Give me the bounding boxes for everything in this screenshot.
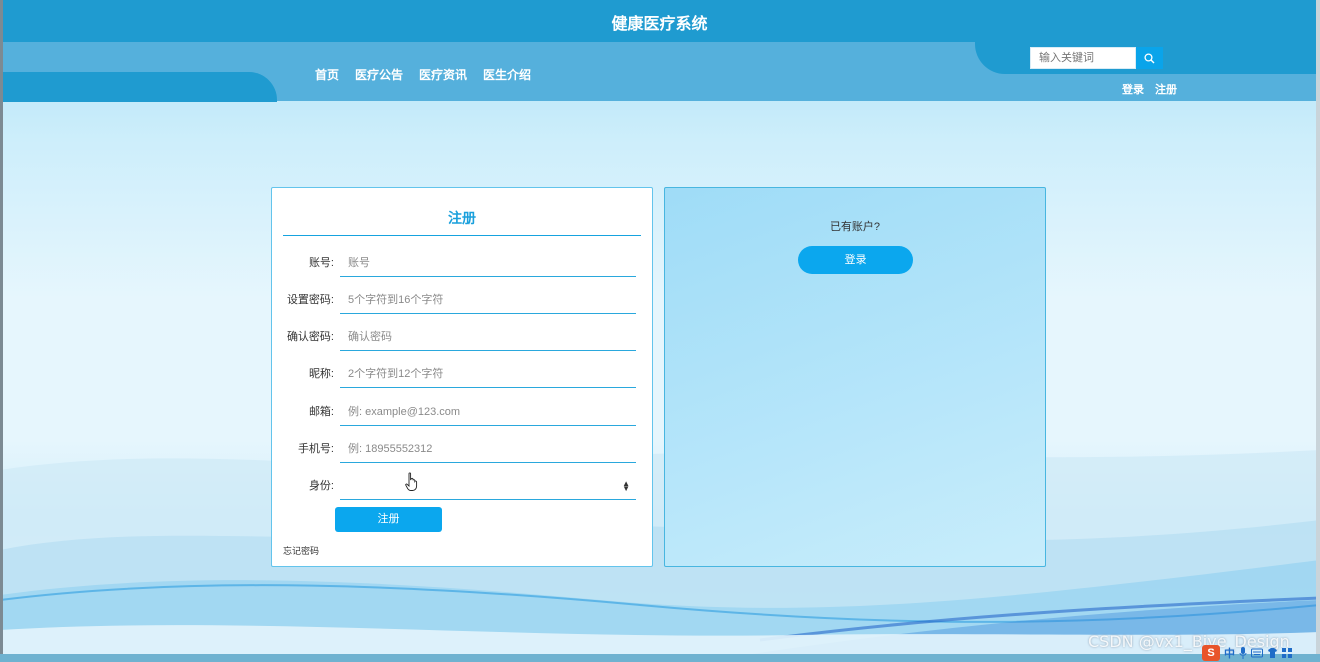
password-label: 设置密码: [286, 294, 334, 306]
nav-item-home[interactable]: 首页 [315, 66, 339, 83]
role-label: 身份: [308, 480, 334, 492]
account-input[interactable] [340, 250, 636, 277]
search-icon [1144, 52, 1155, 63]
site-title: 健康医疗系统 [611, 16, 708, 33]
have-account-text: 已有账户? [829, 221, 881, 233]
account-label: 账号: [308, 257, 334, 269]
nav-decorative-tab-left [3, 72, 277, 102]
forgot-password-link[interactable]: 忘记密码 [283, 544, 319, 557]
mic-icon[interactable] [1239, 647, 1247, 659]
top-header-bar: 健康医疗系统 [3, 0, 1316, 42]
nickname-input[interactable] [340, 361, 636, 388]
register-card: 注册 账号: 设置密码: 确认密码: 昵称: 邮箱: 手机号: 身份: [271, 187, 653, 567]
form-row-nickname: 昵称: [272, 352, 654, 389]
main-nav: 首页 医疗公告 医疗资讯 医生介绍 [315, 66, 547, 83]
ime-language-toggle[interactable]: 中 [1224, 645, 1235, 661]
login-panel: 已有账户? 登录 [664, 187, 1046, 567]
form-row-password: 设置密码: [272, 278, 654, 315]
register-submit-button[interactable]: 注册 [335, 507, 442, 532]
nav-item-announcements[interactable]: 医疗公告 [355, 66, 403, 83]
phone-label: 手机号: [297, 443, 334, 455]
keyboard-icon[interactable] [1251, 648, 1263, 658]
form-row-account: 账号: [272, 241, 654, 278]
email-input[interactable] [340, 399, 636, 426]
confirm-password-input[interactable] [340, 324, 636, 351]
grid-menu-icon[interactable] [1282, 648, 1292, 658]
confirm-password-label: 确认密码: [286, 331, 334, 343]
form-row-phone: 手机号: [272, 427, 654, 464]
search-button[interactable] [1136, 47, 1163, 69]
search-input[interactable] [1030, 47, 1136, 69]
navigation-band: 首页 医疗公告 医疗资讯 医生介绍 登录 注册 [3, 42, 1316, 102]
ime-logo-icon: S [1202, 645, 1220, 661]
select-arrow-icon: ▲ ▼ [622, 479, 630, 493]
nav-item-doctors[interactable]: 医生介绍 [483, 66, 531, 83]
nav-item-medical-news[interactable]: 医疗资讯 [419, 66, 467, 83]
window-scrollbar-edge[interactable] [1316, 0, 1320, 662]
role-select[interactable]: ▲ ▼ [340, 473, 636, 500]
register-title: 注册 [283, 188, 641, 236]
bottom-bar [0, 654, 1320, 662]
password-input[interactable] [340, 287, 636, 314]
form-row-email: 邮箱: [272, 390, 654, 427]
shirt-icon[interactable] [1267, 648, 1278, 658]
ime-toolbar[interactable]: S 中 [1200, 644, 1320, 662]
header-login-link[interactable]: 登录 [1122, 81, 1144, 97]
hand-cursor-icon [405, 472, 418, 491]
phone-input[interactable] [340, 436, 636, 463]
email-label: 邮箱: [308, 406, 334, 418]
header-register-link[interactable]: 注册 [1155, 81, 1177, 97]
nickname-label: 昵称: [308, 368, 334, 380]
auth-links: 登录 注册 [1122, 81, 1177, 97]
form-row-confirm-password: 确认密码: [272, 315, 654, 352]
page: 健康医疗系统 首页 医疗公告 医疗资讯 医生介绍 登录 注册 注册 账号: [0, 0, 1320, 662]
go-login-button[interactable]: 登录 [798, 246, 913, 274]
background-waves [0, 450, 1320, 662]
form-row-role: 身份: ▲ ▼ [272, 464, 654, 501]
